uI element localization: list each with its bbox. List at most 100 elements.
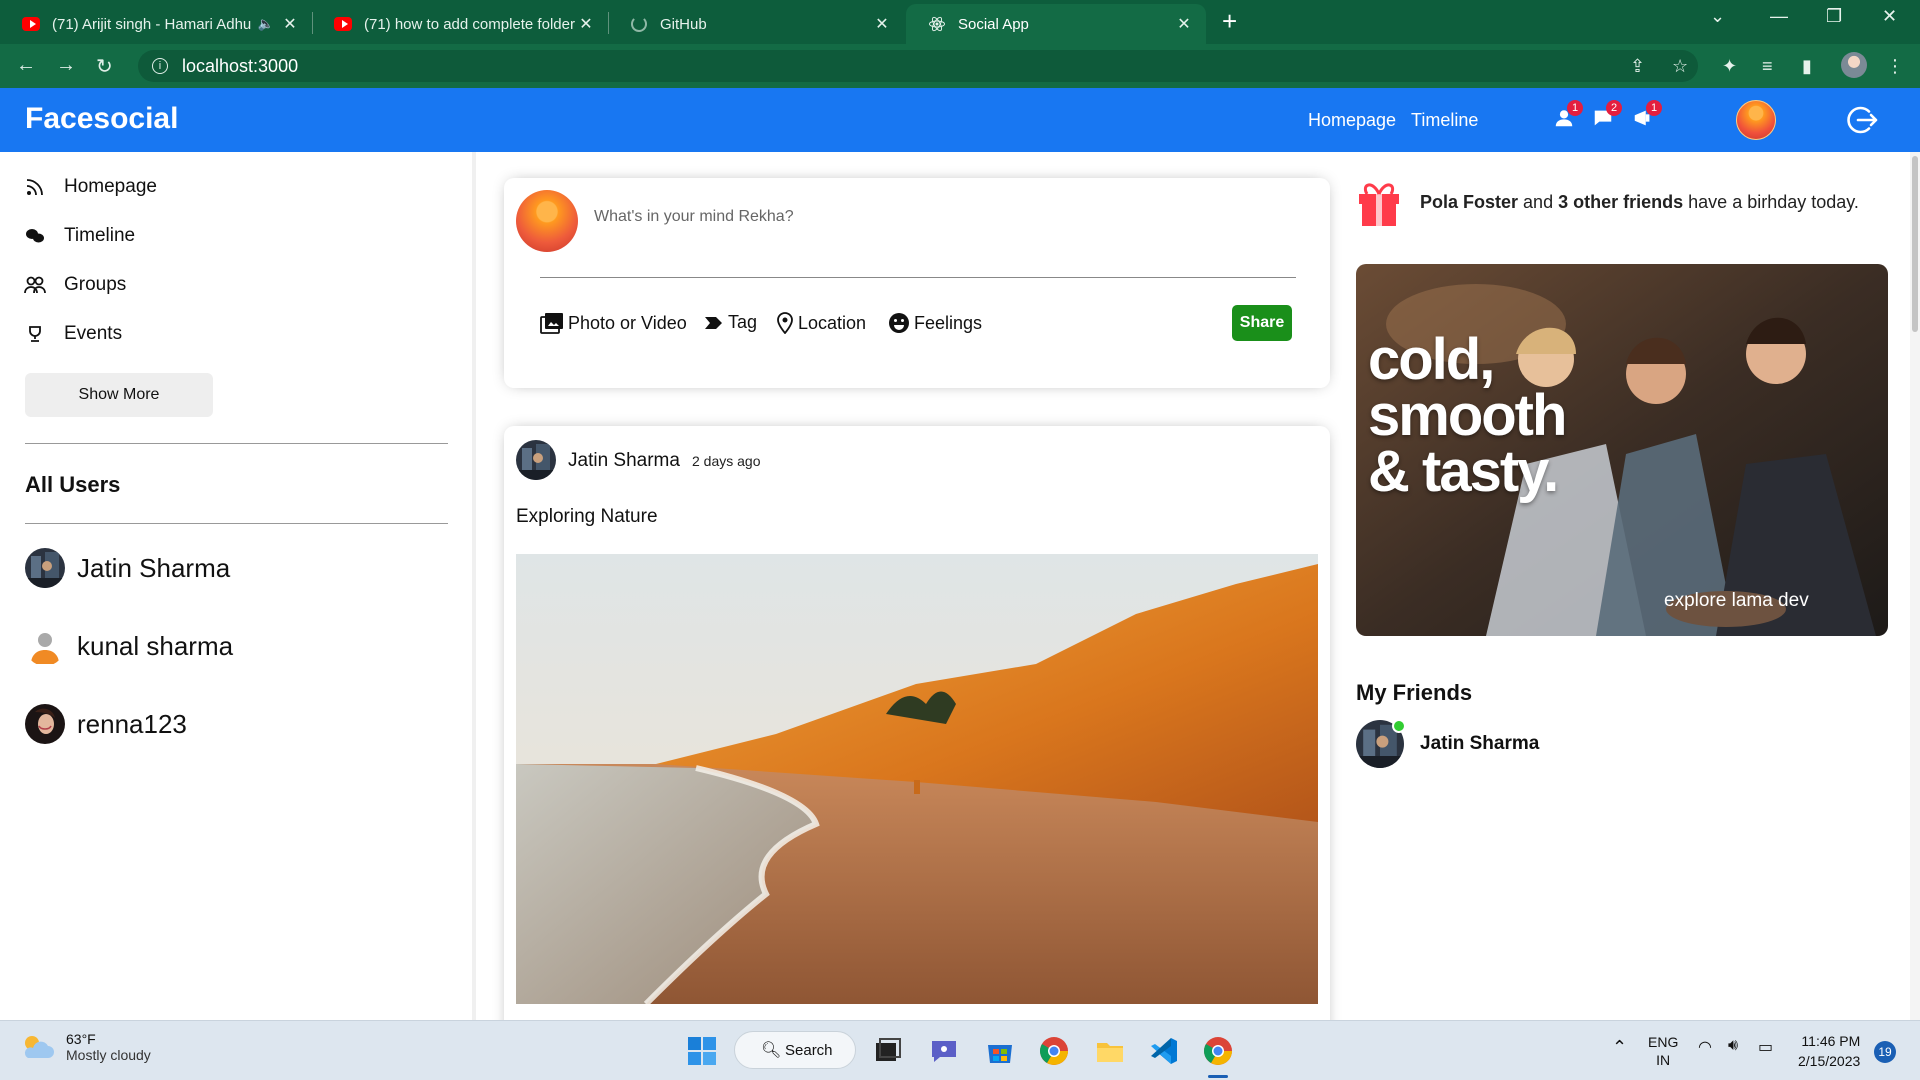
- teams-chat-icon[interactable]: [928, 1035, 960, 1067]
- share-button[interactable]: Share: [1232, 305, 1292, 341]
- ad-headline: cold, smooth & tasty.: [1368, 327, 1567, 504]
- chat-bubbles-icon: [24, 227, 46, 245]
- post-username[interactable]: Jatin Sharma: [568, 450, 680, 472]
- user-name: Jatin Sharma: [77, 552, 231, 583]
- chrome-menu-icon[interactable]: ⋮: [1886, 56, 1904, 77]
- browser-tab-2[interactable]: (71) how to add complete folder ✕: [312, 4, 608, 44]
- file-explorer-icon[interactable]: [1094, 1035, 1126, 1067]
- logout-icon[interactable]: [1845, 103, 1879, 137]
- microsoft-store-icon[interactable]: [984, 1035, 1016, 1067]
- weather-description: Mostly cloudy: [66, 1047, 151, 1063]
- birthday-and: and: [1523, 191, 1554, 212]
- friend-item-jatin[interactable]: Jatin Sharma: [1356, 719, 1540, 768]
- option-label: Photo or Video: [568, 312, 687, 333]
- site-info-icon[interactable]: i: [152, 58, 168, 74]
- birthday-name: Pola Foster: [1420, 191, 1519, 212]
- close-tab-icon[interactable]: ✕: [280, 14, 300, 34]
- browser-tab-3[interactable]: GitHub ✕: [608, 4, 904, 44]
- profile-avatar[interactable]: [1736, 100, 1776, 140]
- reload-icon[interactable]: ↻: [96, 54, 113, 79]
- sidebar-item-events[interactable]: Events: [24, 323, 122, 345]
- extensions-icon[interactable]: ✦: [1722, 56, 1737, 77]
- browser-tab-4[interactable]: Social App ✕: [906, 4, 1206, 44]
- post-image[interactable]: [516, 554, 1318, 1004]
- page-scrollbar[interactable]: [1910, 152, 1920, 1020]
- chrome-profile-avatar[interactable]: [1841, 52, 1867, 78]
- advertisement-banner[interactable]: cold, smooth & tasty. explore lama dev: [1356, 264, 1888, 636]
- taskbar-search-label: Search: [785, 1041, 833, 1059]
- app-logo[interactable]: Facesocial: [25, 102, 178, 136]
- birthday-rest: have a birhday today.: [1688, 191, 1859, 212]
- user-item-kunal[interactable]: kunal sharma: [25, 626, 233, 666]
- user-item-jatin[interactable]: Jatin Sharma: [25, 548, 230, 588]
- avatar: [25, 626, 65, 666]
- system-clock[interactable]: 11:46 PM 2/15/2023: [1798, 1031, 1860, 1071]
- close-tab-icon[interactable]: ✕: [872, 14, 892, 34]
- avatar: [1356, 719, 1406, 768]
- wifi-icon[interactable]: ◠: [1698, 1037, 1712, 1057]
- sidebar-item-homepage[interactable]: Homepage: [24, 176, 157, 198]
- nav-link-homepage[interactable]: Homepage: [1308, 110, 1396, 131]
- bookmark-star-icon[interactable]: ☆: [1672, 56, 1688, 77]
- windows-start-icon[interactable]: [686, 1035, 718, 1067]
- chrome-active-icon[interactable]: [1202, 1035, 1234, 1067]
- app-topbar: Facesocial Homepage Timeline 1 2 1: [0, 88, 1920, 152]
- location-option[interactable]: Location: [776, 312, 866, 334]
- friend-requests-icon[interactable]: 1: [1553, 100, 1583, 130]
- chevron-up-icon[interactable]: ⌃: [1612, 1037, 1627, 1058]
- address-bar[interactable]: i localhost:3000: [138, 50, 1698, 82]
- chrome-icon[interactable]: [1038, 1035, 1070, 1067]
- left-sidebar: Homepage Timeline Groups Events Show Mor…: [0, 152, 476, 1020]
- tab-title: (71) Arijit singh - Hamari Adhuri Kahani: [52, 15, 252, 33]
- media-control-icon[interactable]: ≡: [1762, 56, 1773, 77]
- notification-count-badge[interactable]: 19: [1874, 1041, 1896, 1063]
- sidebar-item-groups[interactable]: Groups: [24, 274, 126, 296]
- taskbar-search[interactable]: 🔍︎ Search: [734, 1031, 856, 1069]
- notifications-icon[interactable]: 1: [1632, 100, 1662, 130]
- windows-taskbar: 63°F Mostly cloudy 🔍︎ Search ⌃ ENG IN ◠ …: [0, 1020, 1920, 1080]
- vscode-icon[interactable]: [1148, 1035, 1180, 1067]
- show-more-button[interactable]: Show More: [25, 373, 213, 417]
- user-item-renna[interactable]: renna123: [25, 704, 187, 744]
- share-page-icon[interactable]: ⇪: [1630, 56, 1645, 77]
- new-tab-icon[interactable]: +: [1222, 8, 1237, 34]
- language-indicator[interactable]: ENG IN: [1648, 1033, 1678, 1069]
- friend-name: Jatin Sharma: [1420, 733, 1540, 754]
- tag-option[interactable]: Tag: [704, 312, 757, 333]
- youtube-icon: [334, 15, 352, 33]
- scrollbar-thumb[interactable]: [1912, 156, 1918, 332]
- messages-icon[interactable]: 2: [1592, 100, 1622, 130]
- nav-link-timeline[interactable]: Timeline: [1411, 110, 1478, 131]
- tab-title: (71) how to add complete folder: [364, 15, 575, 33]
- post-avatar[interactable]: [516, 440, 556, 480]
- birthday-others: 3 other friends: [1558, 191, 1684, 212]
- close-tab-icon[interactable]: ✕: [1174, 14, 1194, 34]
- search-icon: 🔍︎: [761, 1042, 782, 1059]
- browser-toolbar: ← → ↻ i localhost:3000 ⇪ ☆ ✦ ≡ ▮ ⋮: [0, 44, 1920, 88]
- restore-icon[interactable]: ❐: [1826, 6, 1842, 27]
- sidebar-item-timeline[interactable]: Timeline: [24, 225, 135, 247]
- status-input[interactable]: [594, 208, 1254, 226]
- back-icon[interactable]: ←: [16, 54, 36, 77]
- battery-icon[interactable]: ▭: [1758, 1037, 1773, 1057]
- rss-feed-icon: [24, 177, 46, 197]
- user-name: renna123: [77, 708, 187, 739]
- divider: [540, 277, 1296, 278]
- close-tab-icon[interactable]: ✕: [576, 14, 596, 34]
- tab-search-icon[interactable]: ⌄: [1710, 6, 1725, 27]
- weather-widget[interactable]: 63°F Mostly cloudy: [20, 1031, 151, 1063]
- speaker-icon[interactable]: 🔈: [258, 16, 274, 32]
- share-card: Photo or Video Tag Location Feelings Sha…: [504, 178, 1330, 388]
- sidebar-scrollbar[interactable]: [472, 152, 476, 1020]
- window-close-icon[interactable]: ✕: [1882, 6, 1897, 27]
- task-view-icon[interactable]: [872, 1035, 904, 1067]
- minimize-icon[interactable]: —: [1770, 6, 1788, 27]
- photo-video-option[interactable]: Photo or Video: [540, 312, 687, 334]
- feelings-option[interactable]: Feelings: [888, 312, 982, 334]
- volume-icon[interactable]: 🔊︎: [1728, 1037, 1738, 1055]
- browser-tab-1[interactable]: (71) Arijit singh - Hamari Adhuri Kahani…: [0, 4, 312, 44]
- forward-icon[interactable]: →: [56, 54, 76, 77]
- side-panel-icon[interactable]: ▮: [1802, 56, 1812, 77]
- weather-temperature: 63°F: [66, 1031, 96, 1047]
- url-text: localhost:3000: [182, 55, 299, 76]
